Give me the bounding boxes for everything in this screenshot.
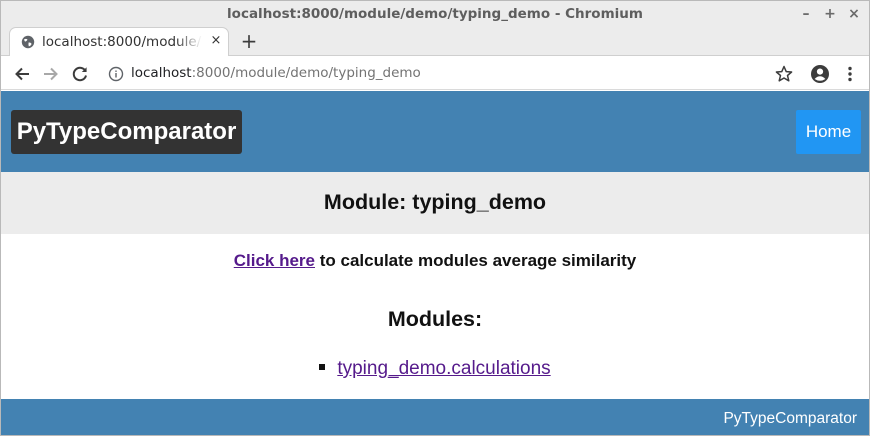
module-list: typing_demo.calculations (1, 358, 869, 380)
site-header: PyTypeComparator Home (1, 91, 869, 172)
site-footer: PyTypeComparator (1, 399, 869, 435)
page-title: Module: typing_demo (323, 190, 547, 214)
footer-text: PyTypeComparator (723, 410, 857, 427)
address-bar[interactable]: localhost:8000/module/demo/typing_demo (101, 61, 801, 87)
web-page: PyTypeComparator Home Module: typing_dem… (1, 91, 869, 435)
home-button[interactable]: Home (796, 110, 861, 154)
calc-similarity-text: to calculate modules average similarity (315, 251, 637, 270)
url-path: :8000/module/demo/typing_demo (191, 65, 421, 81)
new-tab-button[interactable]: + (238, 30, 260, 52)
globe-icon (21, 35, 35, 49)
tab-strip: localhost:8000/module/demo/typing_demo ×… (1, 27, 869, 56)
kebab-menu-icon[interactable] (839, 63, 861, 85)
list-bullet (319, 364, 326, 371)
list-item: typing_demo.calculations (319, 358, 551, 380)
calc-similarity-line: Click here to calculate modules average … (1, 251, 869, 271)
back-arrow-icon[interactable] (11, 63, 33, 85)
calc-similarity-link[interactable]: Click here (234, 251, 315, 270)
forward-arrow-icon[interactable] (40, 63, 62, 85)
url-text: localhost:8000/module/demo/typing_demo (131, 65, 421, 81)
module-title-band: Module: typing_demo (1, 172, 869, 234)
browser-toolbar: localhost:8000/module/demo/typing_demo (1, 57, 869, 90)
maximize-button[interactable]: + (820, 4, 840, 24)
module-link[interactable]: typing_demo.calculations (337, 358, 550, 379)
reload-icon[interactable] (69, 63, 91, 85)
window-title: localhost:8000/module/demo/typing_demo -… (227, 6, 643, 22)
brand-logo[interactable]: PyTypeComparator (11, 110, 242, 154)
title-bar: localhost:8000/module/demo/typing_demo -… (1, 1, 869, 27)
url-host: localhost (131, 65, 192, 81)
close-window-button[interactable]: × (844, 4, 864, 24)
minimize-button[interactable]: – (796, 4, 816, 24)
modules-heading: Modules: (387, 307, 483, 331)
tab-active[interactable]: localhost:8000/module/demo/typing_demo × (9, 27, 229, 56)
star-icon[interactable] (773, 63, 795, 85)
account-icon[interactable] (809, 63, 831, 85)
info-icon[interactable] (108, 66, 124, 82)
browser-window: localhost:8000/module/demo/typing_demo -… (0, 0, 870, 436)
tab-title: localhost:8000/module/demo/typing_demo (42, 34, 202, 50)
tab-close-button[interactable]: × (208, 33, 224, 49)
